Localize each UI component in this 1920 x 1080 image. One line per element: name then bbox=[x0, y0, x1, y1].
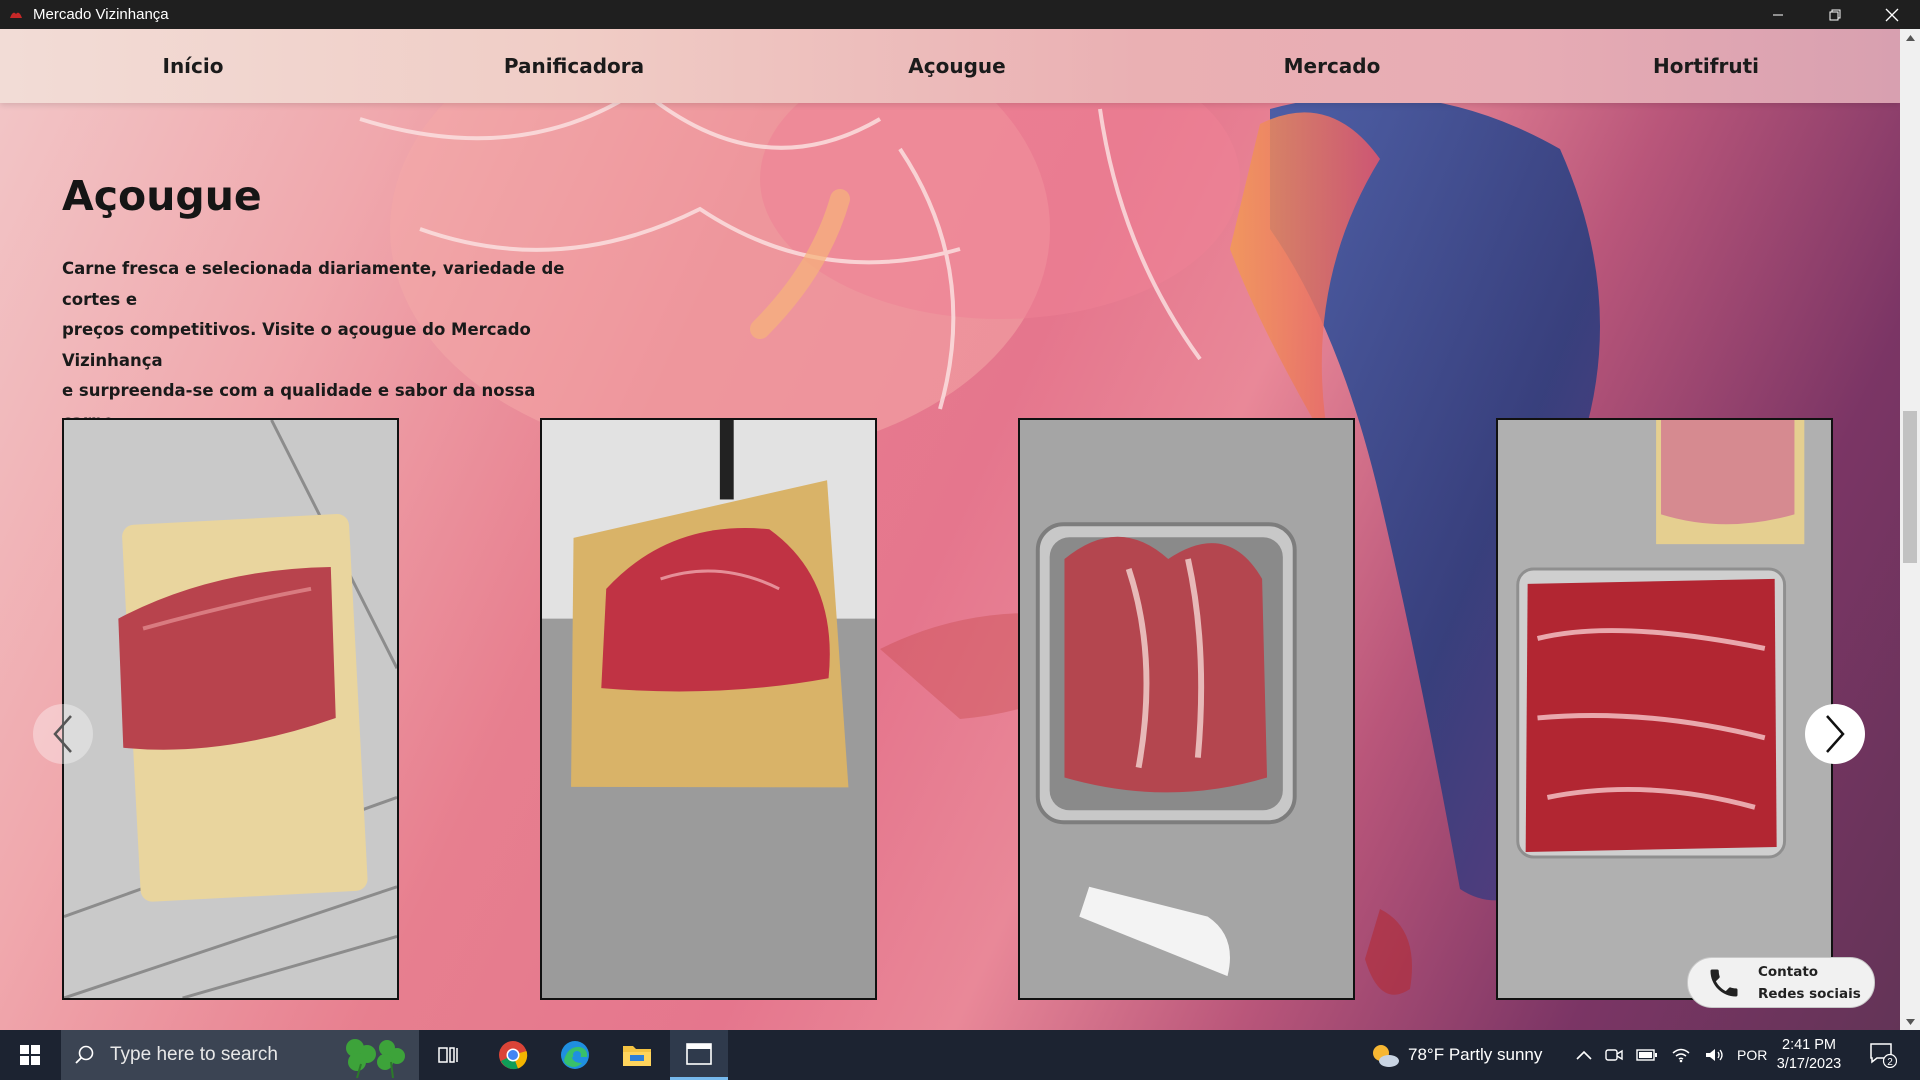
vertical-scrollbar[interactable] bbox=[1900, 29, 1920, 1030]
carousel-next-button[interactable] bbox=[1805, 704, 1865, 764]
close-icon bbox=[1885, 8, 1898, 21]
page-viewport: Início Panificadora Açougue Mercado Hort… bbox=[0, 29, 1900, 1030]
contact-line-2: Redes sociais bbox=[1758, 985, 1861, 1002]
meet-now-icon[interactable] bbox=[1605, 1047, 1623, 1063]
wifi-icon[interactable] bbox=[1671, 1047, 1691, 1063]
chrome-taskbar-button[interactable] bbox=[484, 1030, 542, 1080]
weather-text: 78°F Partly sunny bbox=[1408, 1045, 1543, 1064]
chrome-icon bbox=[499, 1041, 528, 1070]
phone-icon bbox=[1706, 965, 1742, 1001]
close-button[interactable] bbox=[1863, 0, 1920, 29]
description-line: preços competitivos. Visite o açougue do… bbox=[62, 320, 531, 370]
system-tray: POR bbox=[1576, 1030, 1767, 1080]
volume-icon[interactable] bbox=[1704, 1047, 1724, 1063]
minimize-icon bbox=[1772, 14, 1783, 15]
carousel-prev-button[interactable] bbox=[33, 704, 93, 764]
description-line: Carne fresca e selecionada diariamente, … bbox=[62, 259, 565, 309]
nav-item-mercado[interactable]: Mercado bbox=[1284, 29, 1381, 103]
nav-item-inicio[interactable]: Início bbox=[163, 29, 224, 103]
chevron-up-icon[interactable] bbox=[1576, 1050, 1592, 1060]
scroll-up-button[interactable] bbox=[1900, 29, 1920, 46]
minimize-button[interactable] bbox=[1749, 0, 1806, 29]
language-indicator[interactable]: POR bbox=[1737, 1047, 1767, 1063]
nav-item-panificadora[interactable]: Panificadora bbox=[504, 29, 644, 103]
start-button[interactable] bbox=[0, 1030, 60, 1080]
battery-icon[interactable] bbox=[1636, 1048, 1658, 1062]
main-nav: Início Panificadora Açougue Mercado Hort… bbox=[0, 29, 1900, 103]
nav-item-acougue[interactable]: Açougue bbox=[908, 29, 1005, 103]
mercado-app-taskbar-button[interactable] bbox=[670, 1030, 728, 1080]
nav-item-hortifruti[interactable]: Hortifruti bbox=[1653, 29, 1759, 103]
edge-taskbar-button[interactable] bbox=[546, 1030, 604, 1080]
search-icon bbox=[75, 1045, 94, 1064]
caret-up-icon bbox=[1905, 34, 1915, 41]
taskbar-clock[interactable]: 2:41 PM 3/17/2023 bbox=[1769, 1036, 1849, 1074]
carousel-image-2[interactable] bbox=[540, 418, 877, 1000]
app-logo-icon bbox=[9, 9, 23, 20]
notification-count: 2 bbox=[1887, 1057, 1893, 1068]
carousel-image-1[interactable] bbox=[62, 418, 399, 1000]
partly-sunny-icon bbox=[1373, 1045, 1399, 1067]
folder-icon bbox=[623, 1046, 651, 1066]
weather-widget[interactable]: 78°F Partly sunny bbox=[1370, 1030, 1542, 1080]
section-description: Carne fresca e selecionada diariamente, … bbox=[62, 254, 582, 437]
clover-icon bbox=[346, 1039, 405, 1078]
window-titlebar: Mercado Vizinhança bbox=[0, 0, 1920, 29]
chevron-right-icon bbox=[1826, 715, 1845, 753]
contact-label: Contato Redes sociais bbox=[1758, 961, 1861, 1005]
task-view-icon bbox=[438, 1047, 458, 1063]
caret-down-icon bbox=[1905, 1018, 1915, 1025]
contact-line-1: Contato bbox=[1758, 963, 1819, 980]
taskbar: Type here to search 78°F Partly sunny PO… bbox=[0, 1030, 1920, 1080]
notification-icon: 2 bbox=[1870, 1043, 1897, 1068]
edge-icon bbox=[561, 1041, 589, 1069]
section-title: Açougue bbox=[62, 172, 262, 220]
search-placeholder: Type here to search bbox=[110, 1044, 278, 1065]
restore-button[interactable] bbox=[1806, 0, 1863, 29]
scroll-down-button[interactable] bbox=[1900, 1013, 1920, 1030]
clock-time: 2:41 PM bbox=[1782, 1037, 1836, 1053]
clock-date: 3/17/2023 bbox=[1776, 1056, 1842, 1072]
carousel-image-4[interactable] bbox=[1496, 418, 1833, 1000]
carousel-image-3[interactable] bbox=[1018, 418, 1355, 1000]
app-window-icon bbox=[686, 1042, 712, 1065]
chevron-left-icon bbox=[53, 715, 72, 753]
window-title: Mercado Vizinhança bbox=[33, 6, 169, 23]
scroll-thumb[interactable] bbox=[1903, 411, 1917, 563]
taskbar-search[interactable]: Type here to search bbox=[61, 1030, 419, 1080]
windows-logo-icon bbox=[20, 1045, 40, 1065]
contact-button[interactable]: Contato Redes sociais bbox=[1687, 957, 1875, 1008]
task-view-button[interactable] bbox=[420, 1030, 478, 1080]
restore-icon bbox=[1829, 9, 1840, 20]
file-explorer-taskbar-button[interactable] bbox=[608, 1030, 666, 1080]
notification-center-button[interactable]: 2 bbox=[1863, 1030, 1903, 1080]
